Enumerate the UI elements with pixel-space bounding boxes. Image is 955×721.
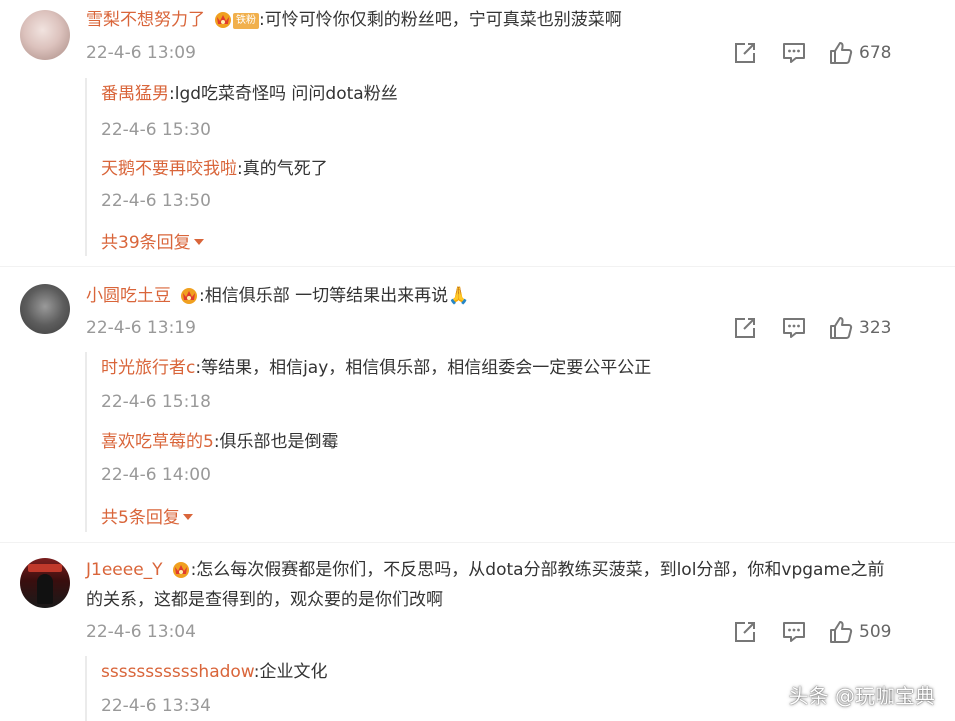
reply-time: 22-4-6 13:50 [101, 191, 211, 211]
comment-text-continued: 的关系，这都是查得到的，观众要的是你们改啊 [86, 590, 443, 610]
comment-text: :怎么每次假赛都是你们，不反思吗，从dota分部教练买菠菜，到lol分部，你和v… [190, 560, 885, 580]
reply-username-link[interactable]: 时光旅行者c [101, 358, 195, 378]
reply-text: :企业文化 [253, 662, 328, 682]
reply-time: 22-4-6 15:18 [101, 392, 211, 412]
divider [0, 542, 955, 543]
comment-time: 22-4-6 13:09 [86, 43, 196, 63]
reply-username-link[interactable]: 天鹅不要再咬我啦 [101, 159, 237, 179]
comment-icon[interactable] [780, 618, 808, 646]
fan-badge: 铁粉 [233, 13, 259, 29]
divider [0, 266, 955, 267]
avatar[interactable] [20, 10, 70, 60]
crown-badge-icon [179, 286, 199, 304]
more-replies-label: 共5条回复 [101, 508, 180, 528]
comment-actions: 678 [725, 39, 955, 67]
reply-time: 22-4-6 15:30 [101, 120, 211, 140]
share-icon[interactable] [731, 39, 759, 67]
reply-list: 番禺猛男:lgd吃菜奇怪吗 问问dota粉丝 22-4-6 15:30 天鹅不要… [85, 78, 398, 256]
reply-username-link[interactable]: ssssssssssshadow [101, 662, 254, 682]
comment-text: :可怜可怜你仅剩的粉丝吧，宁可真菜也别菠菜啊 [259, 10, 622, 30]
username-link[interactable]: 雪梨不想努力了 [86, 10, 205, 30]
reply-username-link[interactable]: 喜欢吃草莓的5 [101, 432, 214, 452]
comment-icon[interactable] [780, 39, 808, 67]
comment-header: 雪梨不想努力了 铁粉:可怜可怜你仅剩的粉丝吧，宁可真菜也别菠菜啊 [86, 8, 622, 32]
reply-username-link[interactable]: 番禺猛男 [101, 84, 169, 104]
caret-down-icon [182, 514, 193, 520]
more-replies-link[interactable]: 共5条回复 [101, 506, 193, 530]
reply-text: :等结果，相信jay，相信俱乐部，相信组委会一定要公平公正 [195, 358, 652, 378]
caret-down-icon [193, 239, 204, 245]
like-count: 323 [859, 318, 892, 338]
avatar[interactable] [20, 284, 70, 334]
more-replies-link[interactable]: 共39条回复 [101, 231, 204, 255]
comment-header: J1eeee_Y :怎么每次假赛都是你们，不反思吗，从dota分部教练买菠菜，到l… [86, 558, 885, 582]
username-link[interactable]: J1eeee_Y [86, 560, 163, 580]
username-link[interactable]: 小圆吃土豆 [86, 286, 171, 306]
comment-header: 小圆吃土豆 :相信俱乐部 一切等结果出来再说🙏 [86, 284, 469, 308]
share-icon[interactable] [731, 314, 759, 342]
crown-badge-icon [213, 10, 233, 28]
reply-time: 22-4-6 13:34 [101, 696, 211, 716]
comment-time: 22-4-6 13:19 [86, 318, 196, 338]
comment-actions: 323 [725, 314, 955, 342]
crown-badge-icon [171, 560, 191, 578]
reply-text: :lgd吃菜奇怪吗 问问dota粉丝 [169, 84, 398, 104]
comment-icon[interactable] [780, 314, 808, 342]
comment-text: :相信俱乐部 一切等结果出来再说🙏 [199, 286, 470, 306]
like-count: 509 [859, 622, 892, 642]
watermark: 头条 @玩咖宝典 [788, 684, 935, 708]
share-icon[interactable] [731, 618, 759, 646]
reply-list: 时光旅行者c:等结果，相信jay，相信俱乐部，相信组委会一定要公平公正 22-4… [85, 352, 651, 532]
reply-list: ssssssssssshadow:企业文化 22-4-6 13:34 [85, 656, 328, 721]
like-icon[interactable] [827, 314, 855, 342]
like-icon[interactable] [827, 39, 855, 67]
avatar[interactable] [20, 558, 70, 608]
more-replies-label: 共39条回复 [101, 233, 191, 253]
reply-time: 22-4-6 14:00 [101, 465, 211, 485]
reply-text: :俱乐部也是倒霉 [213, 432, 339, 452]
reply-text: :真的气死了 [237, 159, 328, 179]
comment-time: 22-4-6 13:04 [86, 622, 196, 642]
comment-actions: 509 [725, 618, 955, 646]
like-icon[interactable] [827, 618, 855, 646]
like-count: 678 [859, 43, 892, 63]
